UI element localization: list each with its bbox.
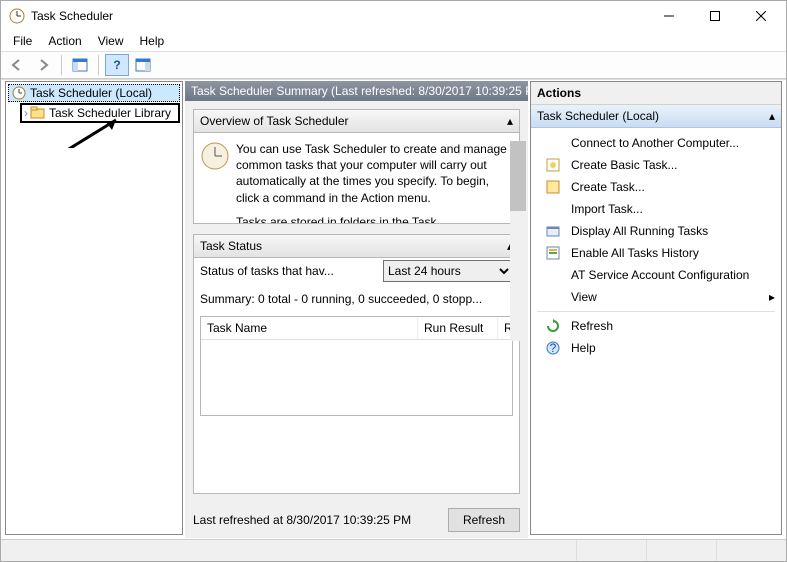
content-header: Task Scheduler Summary (Last refreshed: … bbox=[185, 81, 528, 101]
menubar: File Action View Help bbox=[1, 31, 786, 51]
task-status-title: Task Status bbox=[200, 239, 262, 253]
main-body: Task Scheduler (Local) › Task Scheduler … bbox=[1, 79, 786, 539]
task-scheduler-window: Task Scheduler File Action View Help ? T… bbox=[0, 0, 787, 562]
show-hide-action-pane-button[interactable] bbox=[131, 54, 155, 76]
chevron-right-icon: ▸ bbox=[769, 290, 775, 304]
help-icon: ? bbox=[545, 340, 561, 356]
action-help[interactable]: ? Help bbox=[533, 337, 779, 359]
actions-pane: Actions Task Scheduler (Local) ▴ Connect… bbox=[530, 81, 782, 535]
separator bbox=[537, 311, 775, 312]
actions-subtitle: Task Scheduler (Local) ▴ bbox=[531, 105, 781, 128]
action-enable-history[interactable]: Enable All Tasks History bbox=[533, 242, 779, 264]
show-hide-tree-button[interactable] bbox=[68, 54, 92, 76]
close-button[interactable] bbox=[738, 2, 784, 30]
running-icon bbox=[545, 223, 561, 239]
menu-action[interactable]: Action bbox=[40, 32, 89, 50]
forward-button[interactable] bbox=[31, 54, 55, 76]
config-icon bbox=[545, 267, 561, 283]
collapse-icon[interactable]: ▴ bbox=[769, 109, 775, 123]
maximize-button[interactable] bbox=[692, 2, 738, 30]
task-status-group: Task Status ▴ Status of tasks that hav..… bbox=[193, 234, 520, 494]
status-range-select[interactable]: Last 24 hours bbox=[383, 260, 513, 282]
refresh-icon bbox=[545, 318, 561, 334]
window-title: Task Scheduler bbox=[31, 9, 646, 23]
toolbar: ? bbox=[1, 51, 786, 79]
status-label: Status of tasks that hav... bbox=[200, 264, 375, 278]
actions-title: Actions bbox=[531, 82, 781, 105]
action-at-service[interactable]: AT Service Account Configuration bbox=[533, 264, 779, 286]
col-runresult[interactable]: Run Result bbox=[418, 317, 498, 339]
navigation-tree: Task Scheduler (Local) › Task Scheduler … bbox=[5, 81, 183, 535]
svg-text:?: ? bbox=[550, 341, 557, 355]
overview-text: You can use Task Scheduler to create and… bbox=[236, 141, 513, 206]
tree-root-label: Task Scheduler (Local) bbox=[30, 86, 152, 100]
scrollbar[interactable] bbox=[510, 141, 526, 341]
annotation-arrow bbox=[56, 118, 136, 148]
clock-large-icon bbox=[200, 141, 230, 217]
col-taskname[interactable]: Task Name bbox=[201, 317, 418, 339]
help-button[interactable]: ? bbox=[105, 54, 129, 76]
collapse-icon[interactable]: ▴ bbox=[507, 114, 513, 128]
import-icon bbox=[545, 201, 561, 217]
content-pane: Task Scheduler Summary (Last refreshed: … bbox=[185, 81, 528, 538]
overview-group: Overview of Task Scheduler ▴ You can use… bbox=[193, 109, 520, 224]
menu-help[interactable]: Help bbox=[132, 32, 173, 50]
clock-icon bbox=[11, 85, 27, 101]
menu-view[interactable]: View bbox=[90, 32, 132, 50]
history-icon bbox=[545, 245, 561, 261]
action-import-task[interactable]: Import Task... bbox=[533, 198, 779, 220]
overview-text-2: Tasks are stored in folders in the Task bbox=[236, 214, 513, 223]
titlebar: Task Scheduler bbox=[1, 1, 786, 31]
app-icon bbox=[9, 8, 25, 24]
wizard-icon bbox=[545, 157, 561, 173]
back-button[interactable] bbox=[5, 54, 29, 76]
action-display-running[interactable]: Display All Running Tasks bbox=[533, 220, 779, 242]
view-icon bbox=[545, 289, 561, 305]
menu-file[interactable]: File bbox=[5, 32, 40, 50]
folder-icon bbox=[30, 105, 46, 121]
task-listview[interactable]: Task Name Run Result R bbox=[200, 316, 513, 416]
statusbar bbox=[1, 539, 786, 561]
action-refresh[interactable]: Refresh bbox=[533, 315, 779, 337]
overview-title: Overview of Task Scheduler bbox=[200, 114, 349, 128]
action-create-task[interactable]: Create Task... bbox=[533, 176, 779, 198]
content-footer: Last refreshed at 8/30/2017 10:39:25 PM … bbox=[185, 502, 528, 538]
refresh-button[interactable]: Refresh bbox=[448, 508, 520, 532]
action-view[interactable]: View ▸ bbox=[533, 286, 779, 308]
action-connect[interactable]: Connect to Another Computer... bbox=[533, 132, 779, 154]
chevron-right-icon: › bbox=[24, 106, 28, 120]
action-create-basic-task[interactable]: Create Basic Task... bbox=[533, 154, 779, 176]
connect-icon bbox=[545, 135, 561, 151]
task-icon bbox=[545, 179, 561, 195]
tree-root[interactable]: Task Scheduler (Local) bbox=[8, 84, 180, 102]
minimize-button[interactable] bbox=[646, 2, 692, 30]
status-summary: Summary: 0 total - 0 running, 0 succeede… bbox=[194, 292, 519, 316]
last-refreshed-label: Last refreshed at 8/30/2017 10:39:25 PM bbox=[193, 513, 411, 527]
